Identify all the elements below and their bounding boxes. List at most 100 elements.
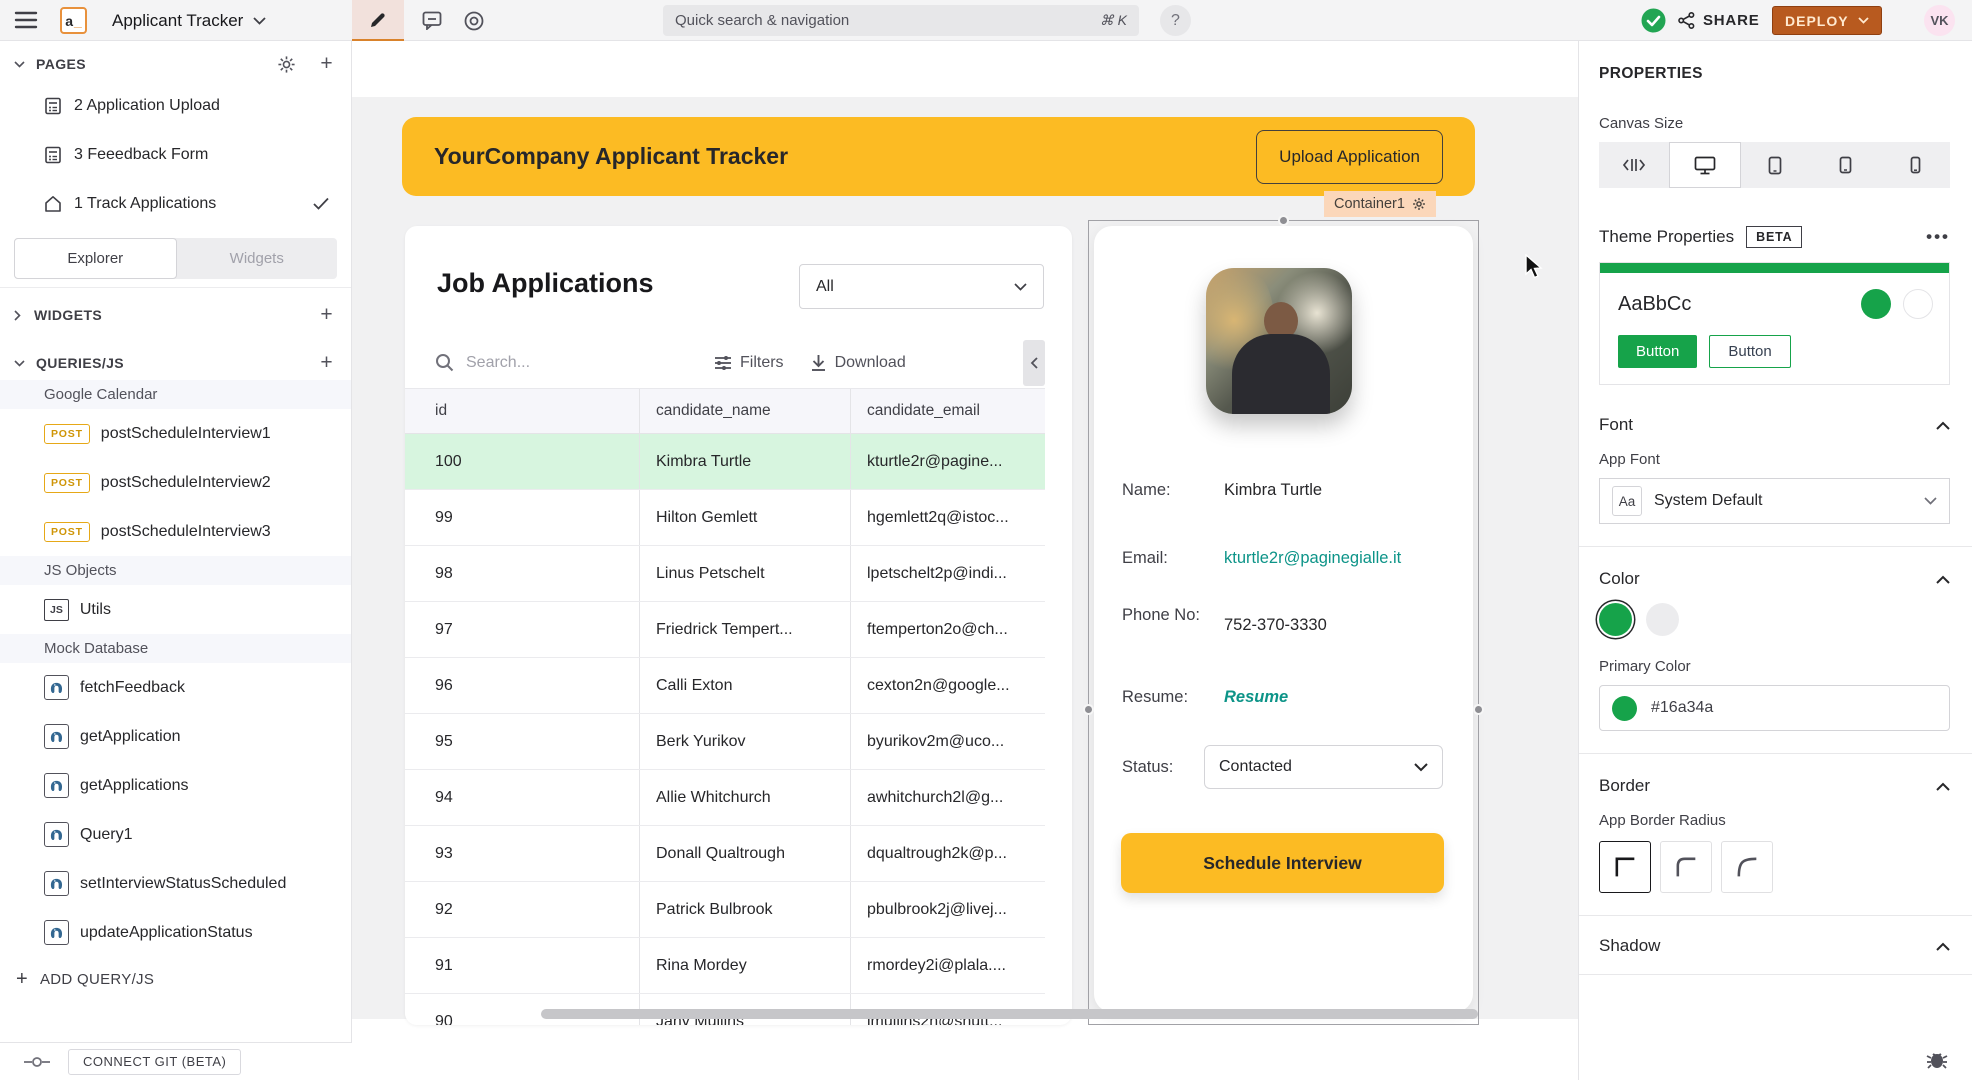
container1-widget-tag[interactable]: Container1 <box>1324 191 1436 217</box>
table-row-95[interactable]: 95Berk Yurikovbyurikov2m@uco... <box>405 714 1045 770</box>
saved-status-icon <box>1641 8 1666 33</box>
collapse-columns-button[interactable] <box>1023 340 1045 386</box>
table-row-91[interactable]: 91Rina Mordeyrmordey2i@plala.... <box>405 938 1045 994</box>
sidebar-page-application-upload[interactable]: 2 Application Upload <box>0 81 351 130</box>
query-setInterviewStatusScheduled[interactable]: setInterviewStatusScheduled <box>0 859 351 908</box>
canvas-size-tablet-large-button[interactable] <box>1741 142 1811 188</box>
help-button[interactable]: ? <box>1160 5 1191 36</box>
group-js-objects: JS Objects <box>0 556 351 585</box>
app-font-select[interactable]: Aa System Default <box>1599 478 1950 524</box>
filters-button[interactable]: Filters <box>714 354 784 372</box>
view-mode-button[interactable] <box>452 0 496 41</box>
hamburger-menu-icon[interactable] <box>14 9 38 31</box>
column-header-candidate-email[interactable]: candidate_email <box>851 389 1045 433</box>
chevron-right-icon <box>14 310 21 321</box>
radius-medium-icon <box>1672 853 1700 881</box>
query-getApplications[interactable]: getApplications <box>0 761 351 810</box>
theme-button-solid-preview: Button <box>1618 335 1697 368</box>
add-query-plus-button[interactable]: + <box>316 351 337 375</box>
border-radius-large-button[interactable] <box>1721 841 1773 893</box>
share-button[interactable]: SHARE <box>1678 0 1760 41</box>
add-widget-button[interactable]: + <box>316 303 337 327</box>
table-search-input[interactable] <box>466 354 656 372</box>
table-row-94[interactable]: 94Allie Whitchurchawhitchurch2l@g... <box>405 770 1045 826</box>
chevron-up-icon[interactable] <box>1936 575 1950 584</box>
query-updateApplicationStatus[interactable]: updateApplicationStatus <box>0 908 351 957</box>
postgres-icon <box>44 675 69 700</box>
edit-mode-button[interactable] <box>352 0 404 41</box>
sidebar-page-feedback-form[interactable]: 3 Feeedback Form <box>0 130 351 179</box>
resize-handle-top[interactable] <box>1278 215 1289 226</box>
secondary-color-swatch[interactable] <box>1646 603 1679 636</box>
upload-application-button[interactable]: Upload Application <box>1256 130 1443 184</box>
connect-git-button[interactable]: CONNECT GIT (BETA) <box>68 1049 241 1075</box>
postgres-icon <box>44 724 69 749</box>
gear-icon[interactable] <box>1412 197 1426 211</box>
postgres-icon <box>44 920 69 945</box>
column-header-candidate-name[interactable]: candidate_name <box>640 389 851 433</box>
canvas-size-fluid-button[interactable] <box>1599 142 1669 188</box>
table-row-97[interactable]: 97Friedrick Tempert...ftemperton2o@ch... <box>405 602 1045 658</box>
download-button[interactable]: Download <box>810 354 906 372</box>
resize-handle-right[interactable] <box>1473 704 1484 715</box>
chevron-up-icon[interactable] <box>1936 782 1950 791</box>
query-postScheduleInterview1[interactable]: POST postScheduleInterview1 <box>0 409 351 458</box>
theme-button-outline-preview: Button <box>1709 335 1790 368</box>
primary-color-swatch[interactable] <box>1599 603 1632 636</box>
status-filter-select[interactable]: All <box>799 264 1044 309</box>
table-row-92[interactable]: 92Patrick Bulbrookpbulbrook2j@livej... <box>405 882 1045 938</box>
quick-search-bar[interactable]: ⌘ K <box>663 5 1139 36</box>
canvas-size-segmented-control <box>1599 142 1950 188</box>
table-row-96[interactable]: 96Calli Extoncexton2n@google... <box>405 658 1045 714</box>
quick-search-input[interactable] <box>675 12 1100 29</box>
debug-bug-icon[interactable] <box>1926 1050 1948 1070</box>
query-postScheduleInterview2[interactable]: POST postScheduleInterview2 <box>0 458 351 507</box>
query-Query1[interactable]: Query1 <box>0 810 351 859</box>
chevron-up-icon[interactable] <box>1936 421 1950 430</box>
user-avatar[interactable]: VK <box>1924 5 1955 36</box>
deploy-button[interactable]: DEPLOY <box>1772 6 1882 35</box>
canvas-size-desktop-button[interactable] <box>1669 142 1741 188</box>
app-header-widget[interactable]: YourCompany Applicant Tracker Upload App… <box>402 117 1475 196</box>
app-name-menu[interactable]: Applicant Tracker <box>112 0 266 41</box>
query-postScheduleInterview3[interactable]: POST postScheduleInterview3 <box>0 507 351 556</box>
canvas-size-phone-button[interactable] <box>1880 142 1950 188</box>
add-query-js-button[interactable]: + ADD QUERY/JS <box>0 957 351 1001</box>
tab-explorer[interactable]: Explorer <box>14 238 177 279</box>
gear-icon[interactable] <box>277 55 296 74</box>
tab-widgets[interactable]: Widgets <box>177 238 338 279</box>
target-icon <box>463 10 485 32</box>
add-page-button[interactable]: + <box>316 52 337 76</box>
chevron-up-icon[interactable] <box>1936 942 1950 951</box>
js-object-utils[interactable]: JS Utils <box>0 585 351 634</box>
theme-font-preview: AaBbCc <box>1618 293 1861 316</box>
horizontal-scrollbar[interactable] <box>541 1009 1478 1019</box>
shadow-section-header: Shadow <box>1599 936 1660 956</box>
container1-selection-outline[interactable] <box>1088 220 1479 1025</box>
queries-section[interactable]: QUERIES/JS + <box>0 346 351 380</box>
table-row-99[interactable]: 99Hilton Gemletthgemlett2q@istoc... <box>405 490 1045 546</box>
table-row-98[interactable]: 98Linus Petscheltlpetschelt2p@indi... <box>405 546 1045 602</box>
comment-mode-button[interactable] <box>410 0 454 41</box>
theme-secondary-swatch <box>1903 289 1933 319</box>
chevron-down-icon[interactable] <box>14 61 25 68</box>
column-header-id[interactable]: id <box>405 389 640 433</box>
share-icon <box>1678 12 1695 29</box>
table-row-93[interactable]: 93Donall Qualtroughdqualtrough2k@p... <box>405 826 1045 882</box>
query-getApplication[interactable]: getApplication <box>0 712 351 761</box>
primary-color-input[interactable]: #16a34a <box>1599 685 1950 731</box>
border-radius-medium-button[interactable] <box>1660 841 1712 893</box>
app-logo-icon[interactable]: a_ <box>60 7 87 34</box>
query-fetchFeedback[interactable]: fetchFeedback <box>0 663 351 712</box>
properties-title: PROPERTIES <box>1579 65 1972 83</box>
resize-handle-left[interactable] <box>1083 704 1094 715</box>
border-radius-none-button[interactable] <box>1599 841 1651 893</box>
sidebar-page-track-applications[interactable]: 1 Track Applications <box>0 179 351 228</box>
theme-preview-card[interactable]: AaBbCc Button Button <box>1599 262 1950 385</box>
table-row-100[interactable]: 100Kimbra Turtlekturtle2r@pagine... <box>405 434 1045 490</box>
canvas-size-tablet-button[interactable] <box>1810 142 1880 188</box>
color-section-header: Color <box>1599 569 1640 589</box>
widgets-section[interactable]: WIDGETS + <box>0 298 351 332</box>
job-applications-table-widget: Job Applications All Filters Download id… <box>405 226 1072 1025</box>
theme-more-menu-button[interactable]: ••• <box>1926 227 1950 247</box>
